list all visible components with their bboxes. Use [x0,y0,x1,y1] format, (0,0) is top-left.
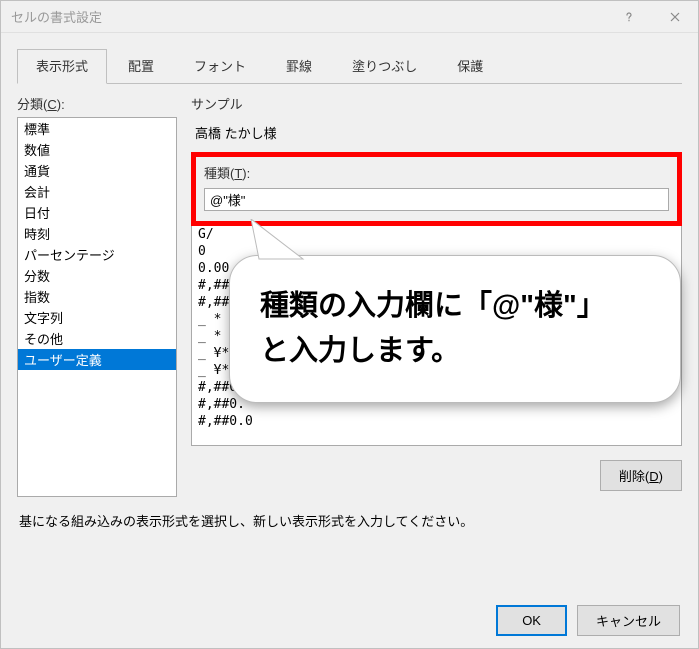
tab-number-format[interactable]: 表示形式 [17,49,107,84]
category-item[interactable]: 通貨 [18,160,176,181]
dialog-footer: OK キャンセル [496,605,680,636]
category-item[interactable]: 数値 [18,139,176,160]
category-label: 分類(C): [17,94,177,113]
tab-font[interactable]: フォント [175,49,265,84]
sample-label: サンプル [191,94,682,113]
help-button[interactable] [606,1,652,33]
category-item[interactable]: その他 [18,328,176,349]
tab-fill[interactable]: 塗りつぶし [333,49,436,84]
tab-protection[interactable]: 保護 [438,49,502,84]
window-title: セルの書式設定 [11,7,102,26]
category-item[interactable]: 分数 [18,265,176,286]
category-item[interactable]: 標準 [18,118,176,139]
type-input[interactable] [204,188,669,211]
format-cells-dialog: セルの書式設定 表示形式 配置 フォント 罫線 塗りつぶし 保護 分類(C): … [0,0,699,649]
tab-alignment[interactable]: 配置 [109,49,173,84]
callout-box: 種類の入力欄に「@"様"」 と入力します。 [229,255,681,403]
callout-line1: 種類の入力欄に「@"様"」 [260,290,606,322]
category-item[interactable]: パーセンテージ [18,244,176,265]
category-item[interactable]: 日付 [18,202,176,223]
category-item[interactable]: ユーザー定義 [18,349,176,370]
annotation-callout: 種類の入力欄に「@"様"」 と入力します。 [229,255,681,403]
tab-border[interactable]: 罫線 [267,49,331,84]
type-label: 種類(T): [204,163,669,182]
ok-button[interactable]: OK [496,605,567,636]
category-item[interactable]: 指数 [18,286,176,307]
callout-line2: と入力します。 [260,335,460,367]
callout-tail [243,219,323,261]
category-listbox[interactable]: 標準数値通貨会計日付時刻パーセンテージ分数指数文字列その他ユーザー定義 [17,117,177,497]
category-item[interactable]: 文字列 [18,307,176,328]
titlebar: セルの書式設定 [1,1,698,33]
type-highlight-box: 種類(T): [191,152,682,226]
close-button[interactable] [652,1,698,33]
category-item[interactable]: 時刻 [18,223,176,244]
format-item[interactable]: #,##0.0 [192,413,681,430]
tab-strip: 表示形式 配置 フォント 罫線 塗りつぶし 保護 [1,33,698,84]
category-item[interactable]: 会計 [18,181,176,202]
help-text: 基になる組み込みの表示形式を選択し、新しい表示形式を入力してください。 [1,497,698,544]
sample-value: 高橋 たかし様 [191,119,682,152]
delete-button[interactable]: 削除(D) [600,460,682,491]
cancel-button[interactable]: キャンセル [577,605,680,636]
